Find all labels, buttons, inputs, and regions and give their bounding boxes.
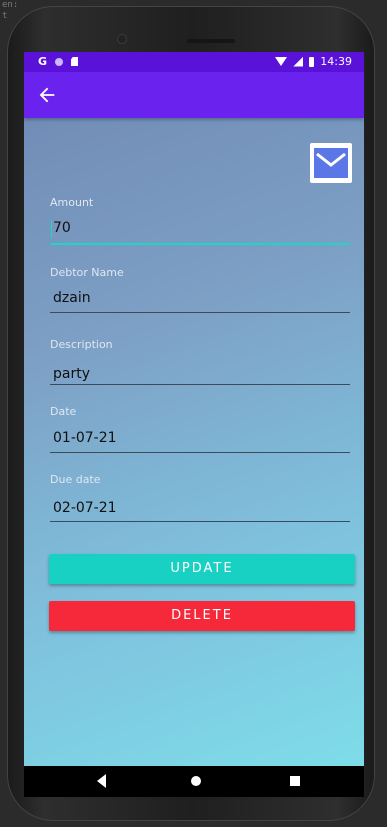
app-bar (24, 72, 364, 118)
ide-code-text: en: t (2, 0, 19, 21)
navigation-bar (24, 766, 364, 797)
date-label: Date (50, 405, 77, 418)
description-underline (50, 384, 350, 385)
amount-underline (50, 243, 350, 245)
app-screen: G 14:39 Amount 70 Debtor Name dzain Desc… (24, 52, 364, 797)
date-underline (50, 452, 350, 453)
amount-label: Amount (50, 196, 94, 209)
due-date-label: Due date (50, 473, 101, 486)
battery-icon (309, 56, 315, 67)
text-cursor (51, 220, 52, 238)
debtor-name-field[interactable]: dzain (53, 290, 91, 306)
circle-home-icon[interactable] (187, 772, 205, 790)
envelope-icon (314, 148, 348, 178)
square-recent-icon[interactable] (288, 772, 302, 790)
description-field[interactable]: party (53, 366, 90, 382)
g-icon: G (38, 55, 48, 68)
triangle-back-icon[interactable] (94, 772, 108, 790)
due-date-underline (50, 521, 350, 522)
status-bar: G 14:39 (24, 52, 364, 72)
front-camera (117, 34, 127, 44)
status-left-icons: G (38, 55, 79, 68)
status-time: 14:39 (320, 55, 352, 68)
update-button[interactable]: UPDATE (49, 554, 355, 584)
date-field[interactable]: 01-07-21 (53, 430, 117, 446)
description-label: Description (50, 338, 113, 351)
email-button[interactable] (310, 143, 352, 183)
amount-field[interactable]: 70 (53, 220, 71, 236)
sd-card-icon (71, 57, 79, 66)
due-date-field[interactable]: 02-07-21 (53, 500, 117, 516)
debtor-name-underline (50, 312, 350, 313)
status-right-icons: 14:39 (275, 55, 352, 68)
earpiece-speaker (187, 39, 235, 43)
delete-button[interactable]: DELETE (49, 601, 355, 631)
signal-icon (293, 56, 304, 67)
wifi-icon (275, 57, 288, 66)
record-icon (55, 57, 64, 66)
debtor-name-label: Debtor Name (50, 266, 124, 279)
arrow-left-icon[interactable] (36, 84, 58, 106)
